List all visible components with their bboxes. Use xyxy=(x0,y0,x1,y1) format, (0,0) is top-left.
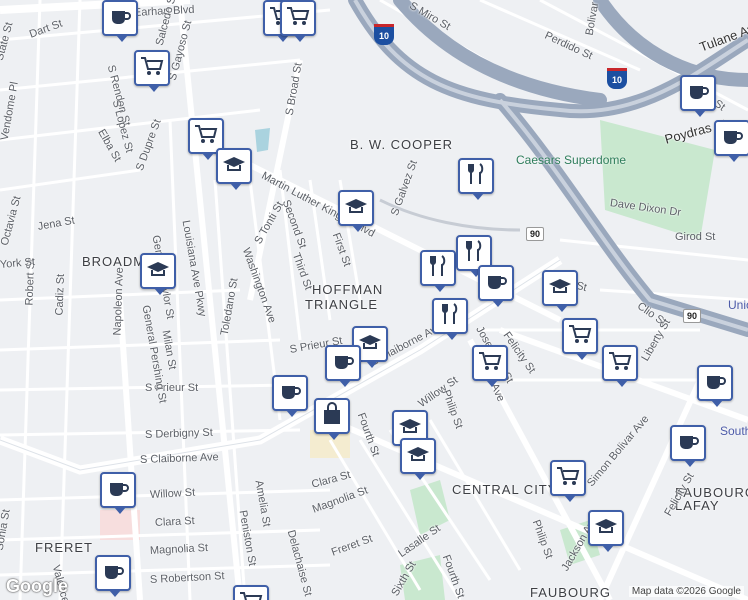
landmark-label: Caesars Superdome xyxy=(516,153,627,167)
coffee-marker[interactable] xyxy=(680,75,716,117)
map-attribution: Map data ©2026 Google xyxy=(628,586,744,597)
school-marker[interactable] xyxy=(542,270,578,312)
grocery-icon xyxy=(238,588,264,600)
coffee-marker[interactable] xyxy=(697,365,733,407)
landmark-label: Unio Term xyxy=(728,298,748,312)
street-label: Willow St xyxy=(149,486,196,501)
coffee-marker[interactable] xyxy=(478,265,514,307)
grocery-icon xyxy=(567,321,593,352)
grocery-icon xyxy=(193,121,219,152)
coffee-marker[interactable] xyxy=(272,375,308,417)
restaurant-marker[interactable] xyxy=(458,158,494,200)
grocery-icon xyxy=(477,348,503,379)
grocery-marker[interactable] xyxy=(233,585,269,600)
grocery-marker[interactable] xyxy=(602,345,638,387)
restaurant-marker[interactable] xyxy=(432,298,468,340)
street-label: Cadiz St xyxy=(53,273,67,316)
coffee-icon xyxy=(719,123,745,154)
coffee-icon xyxy=(675,428,701,459)
school-icon xyxy=(343,193,369,224)
school-icon xyxy=(547,273,573,304)
coffee-icon xyxy=(277,378,303,409)
area-label: FAUBOURG xyxy=(530,585,611,600)
coffee-marker[interactable] xyxy=(325,345,361,387)
coffee-icon xyxy=(685,78,711,109)
shopping-icon xyxy=(319,401,345,432)
grocery-icon xyxy=(607,348,633,379)
area-label: TRIANGLE xyxy=(305,297,379,312)
coffee-icon xyxy=(100,558,126,589)
coffee-icon xyxy=(702,368,728,399)
grocery-marker[interactable] xyxy=(472,345,508,387)
shopping-marker[interactable] xyxy=(314,398,350,440)
grocery-marker[interactable] xyxy=(550,460,586,502)
grocery-marker[interactable] xyxy=(134,50,170,92)
us-route-shield: 90 xyxy=(526,227,545,241)
restaurant-icon xyxy=(461,238,487,269)
school-marker[interactable] xyxy=(588,510,624,552)
school-marker[interactable] xyxy=(216,148,252,190)
coffee-icon xyxy=(107,3,133,34)
coffee-marker[interactable] xyxy=(95,555,131,597)
coffee-icon xyxy=(330,348,356,379)
area-label: CENTRAL CITY xyxy=(452,482,558,497)
school-icon xyxy=(405,441,431,472)
restaurant-icon xyxy=(425,253,451,284)
grocery-icon xyxy=(555,463,581,494)
grocery-icon xyxy=(285,3,311,34)
map-canvas[interactable]: B. W. COOPER HOFFMAN TRIANGLE BROADMOOR … xyxy=(0,0,748,600)
coffee-icon xyxy=(105,475,131,506)
area-label: HOFFMAN xyxy=(312,282,384,297)
area-label: FRERET xyxy=(35,540,93,555)
street-label: Girod St xyxy=(675,231,716,243)
grocery-icon xyxy=(139,53,165,84)
restaurant-icon xyxy=(437,301,463,332)
interstate-shield: 10 xyxy=(607,68,627,89)
coffee-marker[interactable] xyxy=(100,472,136,514)
school-marker[interactable] xyxy=(140,253,176,295)
street-label: Clara St xyxy=(154,514,195,529)
coffee-icon xyxy=(483,268,509,299)
school-marker[interactable] xyxy=(400,438,436,480)
grocery-marker[interactable] xyxy=(562,318,598,360)
us-route-shield: 90 xyxy=(683,309,702,323)
grocery-marker[interactable] xyxy=(280,0,316,42)
coffee-marker[interactable] xyxy=(714,120,748,162)
restaurant-marker[interactable] xyxy=(420,250,456,292)
coffee-marker[interactable] xyxy=(102,0,138,42)
school-icon xyxy=(221,151,247,182)
area-label: B. W. COOPER xyxy=(350,137,454,152)
school-icon xyxy=(593,513,619,544)
interstate-shield: 10 xyxy=(374,24,394,45)
landmark-label: South Beve xyxy=(720,424,748,438)
restaurant-icon xyxy=(463,161,489,192)
google-logo: Google xyxy=(6,576,68,596)
school-icon xyxy=(145,256,171,287)
coffee-marker[interactable] xyxy=(670,425,706,467)
school-marker[interactable] xyxy=(338,190,374,232)
street-label: S Derbigny St xyxy=(144,426,214,441)
